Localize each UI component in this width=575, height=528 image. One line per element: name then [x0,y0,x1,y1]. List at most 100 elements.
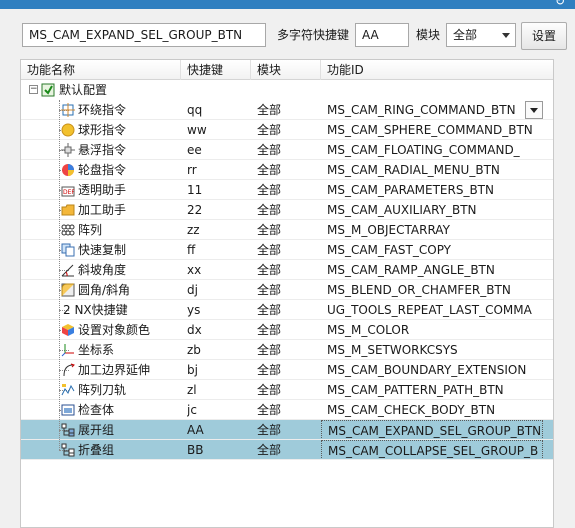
table-row[interactable]: 阵列刀轨 zl 全部 MS_CAM_PATTERN_PATH_BTN [21,380,553,400]
table-row[interactable]: 环绕指令 qq 全部 MS_CAM_RING_COMMAND_BTN [21,100,553,120]
table-row[interactable]: 加工助手 22 全部 MS_CAM_AUXILIARY_BTN [21,200,553,220]
table-row[interactable]: 圆角/斜角 dj 全部 MS_BLEND_OR_CHAMFER_BTN [21,280,553,300]
cell-function-name: 透明助手 [78,183,127,197]
cell-module[interactable]: 全部 [257,220,321,240]
cell-shortcut[interactable]: zl [187,380,251,400]
color-cube-icon [61,323,75,337]
copy-icon [61,243,75,257]
table-row[interactable]: 快速复制 ff 全部 MS_CAM_FAST_COPY [21,240,553,260]
refresh-icon[interactable]: ↻ [553,0,567,8]
table-row[interactable]: 球形指令 ww 全部 MS_CAM_SPHERE_COMMAND_BTN [21,120,553,140]
cell-shortcut[interactable]: ff [187,240,251,260]
cell-function-name: 悬浮指令 [78,143,127,157]
cell-function-id: MS_CAM_AUXILIARY_BTN [327,203,477,217]
cell-module[interactable]: 全部 [257,240,321,260]
cell-module[interactable]: 全部 [257,420,321,440]
cell-module[interactable]: 全部 [257,300,321,320]
cell-module[interactable]: 全部 [257,120,321,140]
cell-shortcut[interactable]: dj [187,280,251,300]
svg-text:DEF: DEF [63,189,75,196]
collapse-toggle-icon[interactable]: − [29,85,38,94]
table-row[interactable]: 设置对象颜色 dx 全部 MS_M_COLOR [21,320,553,340]
cell-function-id: MS_CAM_PATTERN_PATH_BTN [327,383,504,397]
pattern-path-icon [61,383,75,397]
table-row[interactable]: 展开组 AA 全部 MS_CAM_EXPAND_SEL_GROUP_BTN [21,420,553,440]
cell-shortcut[interactable]: ww [187,120,251,140]
tree-root-label: 默认配置 [59,83,108,97]
cell-function-name: 快速复制 [78,243,127,257]
cell-function-id: MS_CAM_RADIAL_MENU_BTN [327,163,500,177]
cell-function-name: 圆角/斜角 [78,283,131,297]
function-id-search-input[interactable]: MS_CAM_EXPAND_SEL_GROUP_BTN [22,23,266,47]
table-row[interactable]: DEF 透明助手 11 全部 MS_CAM_PARAMETERS_BTN [21,180,553,200]
cell-module[interactable]: 全部 [257,260,321,280]
cell-shortcut[interactable]: ee [187,140,251,160]
cell-function-name: 环绕指令 [78,103,127,117]
table-row[interactable]: 悬浮指令 ee 全部 MS_CAM_FLOATING_COMMAND_ [21,140,553,160]
cell-shortcut[interactable]: bj [187,360,251,380]
cell-function-id: MS_M_OBJECTARRAY [327,223,450,237]
cell-function-name: 阵列刀轨 [78,383,127,397]
column-header-function-id[interactable]: 功能ID [321,60,553,80]
cell-module[interactable]: 全部 [257,340,321,360]
cell-module[interactable]: 全部 [257,180,321,200]
table-row[interactable]: 检查体 jc 全部 MS_CAM_CHECK_BODY_BTN [21,400,553,420]
module-select[interactable]: 全部 [446,23,516,47]
table-row[interactable]: 坐标系 zb 全部 MS_M_SETWORKCSYS [21,340,553,360]
cell-shortcut[interactable]: ys [187,300,251,320]
cell-shortcut[interactable]: qq [187,100,251,120]
cell-module[interactable]: 全部 [257,380,321,400]
cell-shortcut[interactable]: zb [187,340,251,360]
cell-function-name: 阵列 [78,223,103,237]
cell-shortcut[interactable]: 11 [187,180,251,200]
cell-shortcut[interactable]: zz [187,220,251,240]
folder-icon [61,203,75,217]
cell-function-id: MS_CAM_BOUNDARY_EXTENSION [327,363,527,377]
cell-module[interactable]: 全部 [257,280,321,300]
table-row[interactable]: 折叠组 BB 全部 MS_CAM_COLLAPSE_SEL_GROUP_B [21,440,553,460]
cell-shortcut[interactable]: jc [187,400,251,420]
config-root-icon [41,83,55,97]
cell-function-name: 球形指令 [78,123,127,137]
cell-shortcut[interactable]: rr [187,160,251,180]
sphere-icon [61,123,75,137]
settings-button[interactable]: 设置 [521,22,567,50]
shortcut-table: 功能名称 快捷键 模块 功能ID − 默认配置 环绕指令 qq 全部 MS_CAM_R… [20,59,554,528]
column-header-module[interactable]: 模块 [251,60,321,80]
cell-function-id: MS_CAM_PARAMETERS_BTN [327,183,494,197]
cell-shortcut[interactable]: AA [187,420,251,440]
table-row[interactable]: 加工边界延伸 bj 全部 MS_CAM_BOUNDARY_EXTENSION [21,360,553,380]
cell-module[interactable]: 全部 [257,320,321,340]
table-row[interactable]: 阵列 zz 全部 MS_M_OBJECTARRAY [21,220,553,240]
cell-shortcut[interactable]: BB [187,440,251,460]
chevron-down-icon [530,108,538,113]
cell-module[interactable]: 全部 [257,440,321,460]
cell-function-id: MS_M_COLOR [327,323,410,337]
cell-module[interactable]: 全部 [257,100,321,120]
cell-function-id: MS_CAM_FAST_COPY [327,243,451,257]
cell-function-id: MS_M_SETWORKCSYS [327,343,458,357]
column-header-shortcut[interactable]: 快捷键 [181,60,251,80]
table-row[interactable]: 2 NX快捷键 ys 全部 UG_TOOLS_REPEAT_LAST_COMMA [21,300,553,320]
cell-shortcut[interactable]: 22 [187,200,251,220]
tree-root-row[interactable]: − 默认配置 [21,80,553,100]
cell-module[interactable]: 全部 [257,200,321,220]
chevron-down-icon [502,33,510,38]
title-bar: ↻ [0,0,575,9]
cell-shortcut[interactable]: dx [187,320,251,340]
cell-module[interactable]: 全部 [257,160,321,180]
table-row[interactable]: 斜坡角度 xx 全部 MS_CAM_RAMP_ANGLE_BTN [21,260,553,280]
cell-shortcut[interactable]: xx [187,260,251,280]
module-dropdown-button[interactable] [525,101,543,119]
cell-module[interactable]: 全部 [257,400,321,420]
cell-function-name: 加工助手 [78,203,127,217]
tree-connector-line [59,100,60,450]
cell-function-name: 折叠组 [78,440,181,460]
cell-function-name: 设置对象颜色 [78,323,151,337]
table-row[interactable]: 轮盘指令 rr 全部 MS_CAM_RADIAL_MENU_BTN [21,160,553,180]
column-header-name[interactable]: 功能名称 [21,60,181,80]
cell-module[interactable]: 全部 [257,140,321,160]
table-header: 功能名称 快捷键 模块 功能ID [21,60,553,80]
cell-module[interactable]: 全部 [257,360,321,380]
shortcut-input[interactable]: AA [355,23,409,47]
